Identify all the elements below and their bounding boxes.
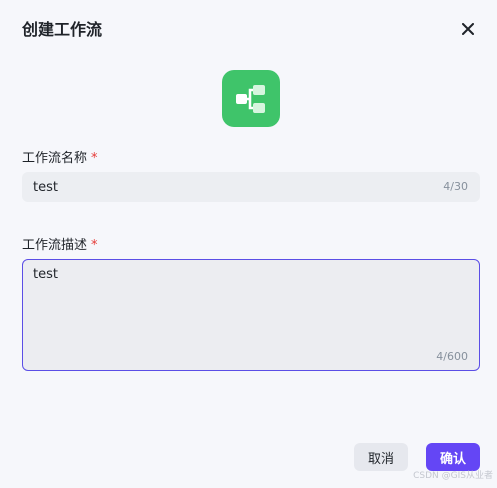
dialog-title: 创建工作流	[22, 20, 103, 39]
name-required-mark: *	[91, 151, 98, 166]
description-char-counter: 4/600	[436, 350, 468, 363]
description-input-container: test 4/600	[22, 259, 480, 371]
close-icon	[462, 23, 474, 35]
create-workflow-dialog: 创建工作流 工作流名称* 4/30 工作流描述* test 4/600 取消 确…	[0, 0, 497, 488]
name-field-label: 工作流名称 *	[22, 150, 98, 168]
name-input[interactable]	[22, 172, 422, 202]
name-input-container: 4/30	[22, 172, 480, 202]
workflow-app-icon	[222, 70, 280, 127]
description-required-mark: *	[91, 238, 98, 253]
name-char-counter: 4/30	[443, 180, 468, 193]
name-label-text: 工作流名称	[22, 151, 88, 166]
description-label-text: 工作流描述	[22, 238, 88, 253]
confirm-button[interactable]: 确认	[426, 443, 480, 471]
watermark: CSDN @GIS从业者	[413, 471, 493, 481]
cancel-button[interactable]: 取消	[354, 443, 408, 471]
description-field-label: 工作流描述 *	[22, 237, 98, 255]
close-button[interactable]	[459, 20, 477, 38]
workflow-icon	[236, 84, 265, 113]
description-textarea[interactable]: test	[23, 260, 479, 350]
